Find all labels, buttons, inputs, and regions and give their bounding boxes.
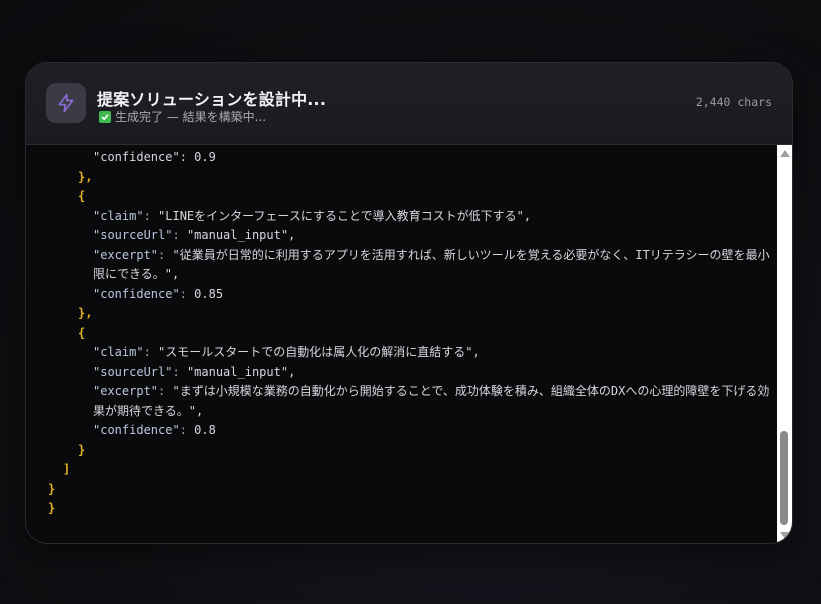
code-value: "まずは小規模な業務の自動化から開始することで、成功体験を積み、組織全体のDXへ… — [93, 384, 770, 418]
scrollbar-thumb[interactable] — [780, 431, 788, 525]
code-line: "claim": "スモールスタートでの自動化は属人化の解消に直結する", — [93, 345, 480, 359]
code-line: } — [26, 480, 776, 500]
code-key: "sourceUrl" — [93, 364, 173, 379]
code-line: } — [26, 441, 776, 461]
code-brace: ] — [63, 462, 71, 476]
code-value: "manual_input", — [186, 364, 296, 379]
code-line: "excerpt": "まずは小規模な業務の自動化から開始することで、成功体験を… — [93, 384, 770, 418]
code-line: "excerpt": "従業員が日常的に利用するアプリを活用すれば、新しいツール… — [93, 247, 770, 282]
code-key: "excerpt" — [93, 247, 159, 262]
code-line: }, — [26, 304, 776, 324]
code-value: 0.85 — [194, 286, 224, 301]
code-text: "confidence": 0.9 — [93, 150, 216, 164]
json-output: "confidence": 0.9 }, { "claim": "LINEをイン… — [26, 145, 776, 543]
code-value: "従業員が日常的に利用するアプリを活用すれば、新しいツールを覚える必要がなく、I… — [93, 247, 770, 282]
code-value: "スモールスタートでの自動化は属人化の解消に直結する", — [158, 345, 480, 359]
scroll-down-icon[interactable] — [780, 532, 790, 539]
lightning-icon — [46, 83, 86, 123]
check-icon — [99, 110, 111, 123]
status-line: 生成完了 — 結果を構築中... — [99, 108, 266, 125]
code-key: "sourceUrl" — [93, 228, 173, 242]
code-key: "claim" — [93, 208, 144, 223]
code-key: "excerpt" — [93, 384, 159, 398]
code-line: "confidence": 0.8 — [93, 423, 216, 437]
code-brace: { — [78, 325, 86, 340]
code-line: "sourceUrl": "manual_input", — [93, 228, 296, 242]
code-key: "confidence" — [93, 423, 180, 437]
generation-panel: 提案ソリューションを設計中... 生成完了 — 結果を構築中... 2,440 … — [25, 62, 793, 544]
code-brace: } — [48, 501, 56, 515]
panel-header: 提案ソリューションを設計中... 生成完了 — 結果を構築中... 2,440 … — [26, 63, 792, 145]
code-key: "claim" — [93, 345, 144, 359]
code-line: "claim": "LINEをインターフェースにすることで導入教育コストが低下す… — [93, 208, 532, 223]
status-text: 生成完了 — 結果を構築中... — [115, 110, 267, 124]
code-value: "LINEをインターフェースにすることで導入教育コストが低下する", — [158, 208, 532, 223]
code-value: "manual_input", — [186, 228, 296, 242]
code-brace: }, — [78, 169, 93, 184]
scroll-up-icon[interactable] — [780, 150, 790, 157]
code-line: { — [26, 187, 776, 207]
code-key: "confidence" — [93, 286, 180, 301]
panel-title: 提案ソリューションを設計中... — [97, 90, 327, 109]
code-brace: } — [48, 481, 56, 496]
code-line: { — [26, 324, 776, 344]
vertical-scrollbar[interactable] — [777, 145, 792, 543]
code-brace: } — [78, 442, 86, 457]
char-count: 2,440 chars — [695, 95, 772, 109]
code-brace: }, — [78, 306, 93, 320]
code-value: 0.8 — [194, 423, 216, 437]
code-line: "confidence": 0.9 — [26, 148, 776, 168]
code-line: "confidence": 0.85 — [93, 286, 224, 301]
code-line: }, — [26, 168, 776, 188]
code-brace: { — [78, 189, 86, 203]
code-line: ] — [26, 460, 776, 480]
code-line: } — [26, 499, 776, 519]
code-line: "sourceUrl": "manual_input", — [93, 364, 296, 379]
